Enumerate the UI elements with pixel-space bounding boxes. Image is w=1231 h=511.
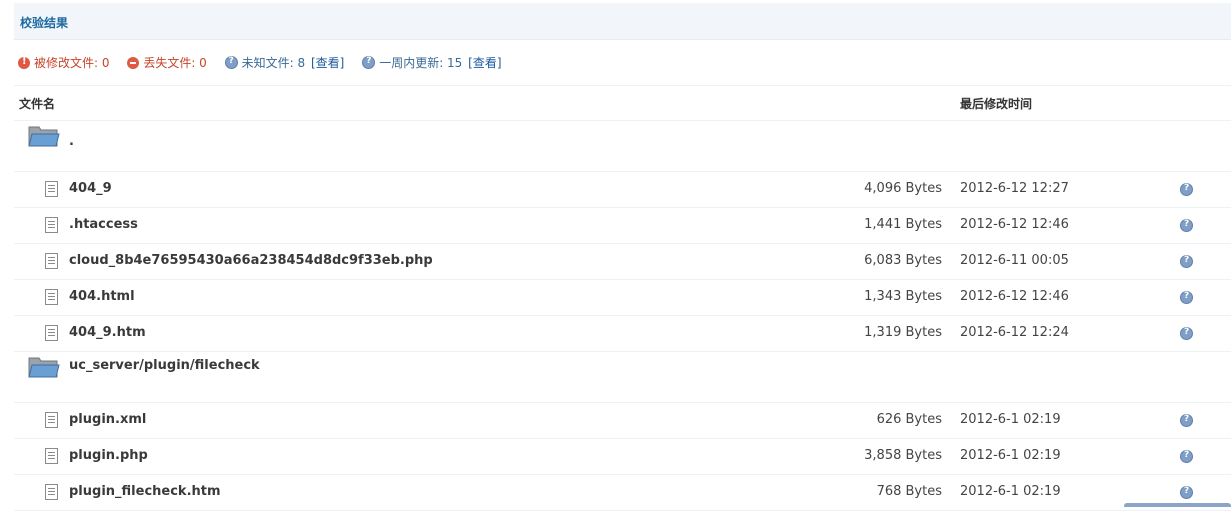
- file-icon: [45, 181, 58, 197]
- view-week-link[interactable]: [查看]: [468, 56, 501, 70]
- modified-summary: 被修改文件: 0: [18, 54, 110, 71]
- summary-bar: 被修改文件: 0 丢失文件: 0 未知文件: 8 [查看] 一周内更新: 15 …: [18, 54, 516, 70]
- folder-row: .: [14, 120, 1231, 172]
- file-info-icon[interactable]: [1180, 486, 1193, 499]
- error-icon: [18, 56, 30, 69]
- file-icon: [45, 217, 58, 233]
- file-name: 404_9.htm: [69, 325, 146, 340]
- result-title-bar: 校验结果: [14, 3, 1231, 40]
- file-icon: [45, 412, 58, 428]
- file-row: .htaccess 1,441 Bytes 2012-6-12 12:46: [14, 207, 1231, 244]
- file-name: 404.html: [69, 289, 135, 304]
- file-name: plugin_filecheck.htm: [69, 484, 221, 499]
- file-size: 6,083 Bytes: [864, 253, 942, 268]
- file-name: plugin.php: [69, 448, 148, 463]
- table-header: 文件名 最后修改时间: [14, 85, 1231, 121]
- file-modified-time: 2012-6-12 12:46: [960, 289, 1069, 304]
- file-info-icon[interactable]: [1180, 414, 1193, 427]
- file-size: 3,858 Bytes: [864, 448, 942, 463]
- file-size: 1,343 Bytes: [864, 289, 942, 304]
- file-modified-time: 2012-6-11 00:05: [960, 253, 1069, 268]
- file-info-icon[interactable]: [1180, 291, 1193, 304]
- file-size: 626 Bytes: [876, 412, 942, 427]
- file-row: 404_9 4,096 Bytes 2012-6-12 12:27: [14, 171, 1231, 208]
- file-name: .htaccess: [69, 217, 138, 232]
- modified-count: 被修改文件: 0: [34, 56, 110, 70]
- minus-icon: [127, 57, 140, 69]
- file-info-icon[interactable]: [1180, 219, 1193, 232]
- file-info-icon[interactable]: [1180, 183, 1193, 196]
- column-header-modified-time: 最后修改时间: [960, 97, 1033, 111]
- file-name: plugin.xml: [69, 412, 147, 427]
- week-count: 一周内更新: 15: [379, 56, 463, 70]
- file-info-icon[interactable]: [1180, 327, 1193, 340]
- file-size: 768 Bytes: [876, 484, 942, 499]
- file-name: cloud_8b4e76595430a66a238454d8dc9f33eb.p…: [69, 253, 433, 268]
- file-row: plugin_filecheck.htm 768 Bytes 2012-6-1 02…: [14, 474, 1231, 511]
- unknown-count: 未知文件: 8: [241, 56, 306, 70]
- file-modified-time: 2012-6-12 12:24: [960, 325, 1069, 340]
- file-icon: [45, 484, 58, 500]
- file-row: 404_9.htm 1,319 Bytes 2012-6-12 12:24: [14, 315, 1231, 352]
- question-icon: [224, 56, 238, 69]
- file-row: plugin.xml 626 Bytes 2012-6-1 02:19: [14, 402, 1231, 439]
- scrollbar-handle[interactable]: [1124, 503, 1231, 507]
- file-modified-time: 2012-6-1 02:19: [960, 448, 1061, 463]
- folder-icon: [28, 124, 60, 148]
- file-icon: [45, 289, 58, 305]
- file-icon: [45, 253, 58, 269]
- file-modified-time: 2012-6-12 12:46: [960, 217, 1069, 232]
- view-unknown-link[interactable]: [查看]: [311, 56, 344, 70]
- folder-icon: [28, 355, 60, 379]
- file-size: 1,441 Bytes: [864, 217, 942, 232]
- file-info-icon[interactable]: [1180, 255, 1193, 268]
- missing-count: 丢失文件: 0: [143, 56, 207, 70]
- file-size: 1,319 Bytes: [864, 325, 942, 340]
- file-row: plugin.php 3,858 Bytes 2012-6-1 02:19: [14, 438, 1231, 475]
- file-icon: [45, 325, 58, 341]
- page-title: 校验结果: [20, 16, 69, 30]
- file-modified-time: 2012-6-1 02:19: [960, 412, 1061, 427]
- file-modified-time: 2012-6-12 12:27: [960, 181, 1069, 196]
- column-header-filename: 文件名: [19, 97, 56, 111]
- file-name: 404_9: [69, 181, 112, 196]
- unknown-summary: 未知文件: 8 [查看]: [224, 54, 344, 71]
- question-icon: [362, 56, 376, 69]
- week-summary: 一周内更新: 15 [查看]: [362, 54, 502, 71]
- folder-name: uc_server/plugin/filecheck: [69, 358, 260, 373]
- file-modified-time: 2012-6-1 02:19: [960, 484, 1061, 499]
- folder-name: .: [69, 134, 74, 149]
- file-size: 4,096 Bytes: [864, 181, 942, 196]
- file-row: 404.html 1,343 Bytes 2012-6-12 12:46: [14, 279, 1231, 316]
- folder-row: uc_server/plugin/filecheck: [14, 351, 1231, 403]
- file-row: cloud_8b4e76595430a66a238454d8dc9f33eb.p…: [14, 243, 1231, 280]
- missing-summary: 丢失文件: 0: [127, 54, 207, 71]
- file-info-icon[interactable]: [1180, 450, 1193, 463]
- file-icon: [45, 448, 58, 464]
